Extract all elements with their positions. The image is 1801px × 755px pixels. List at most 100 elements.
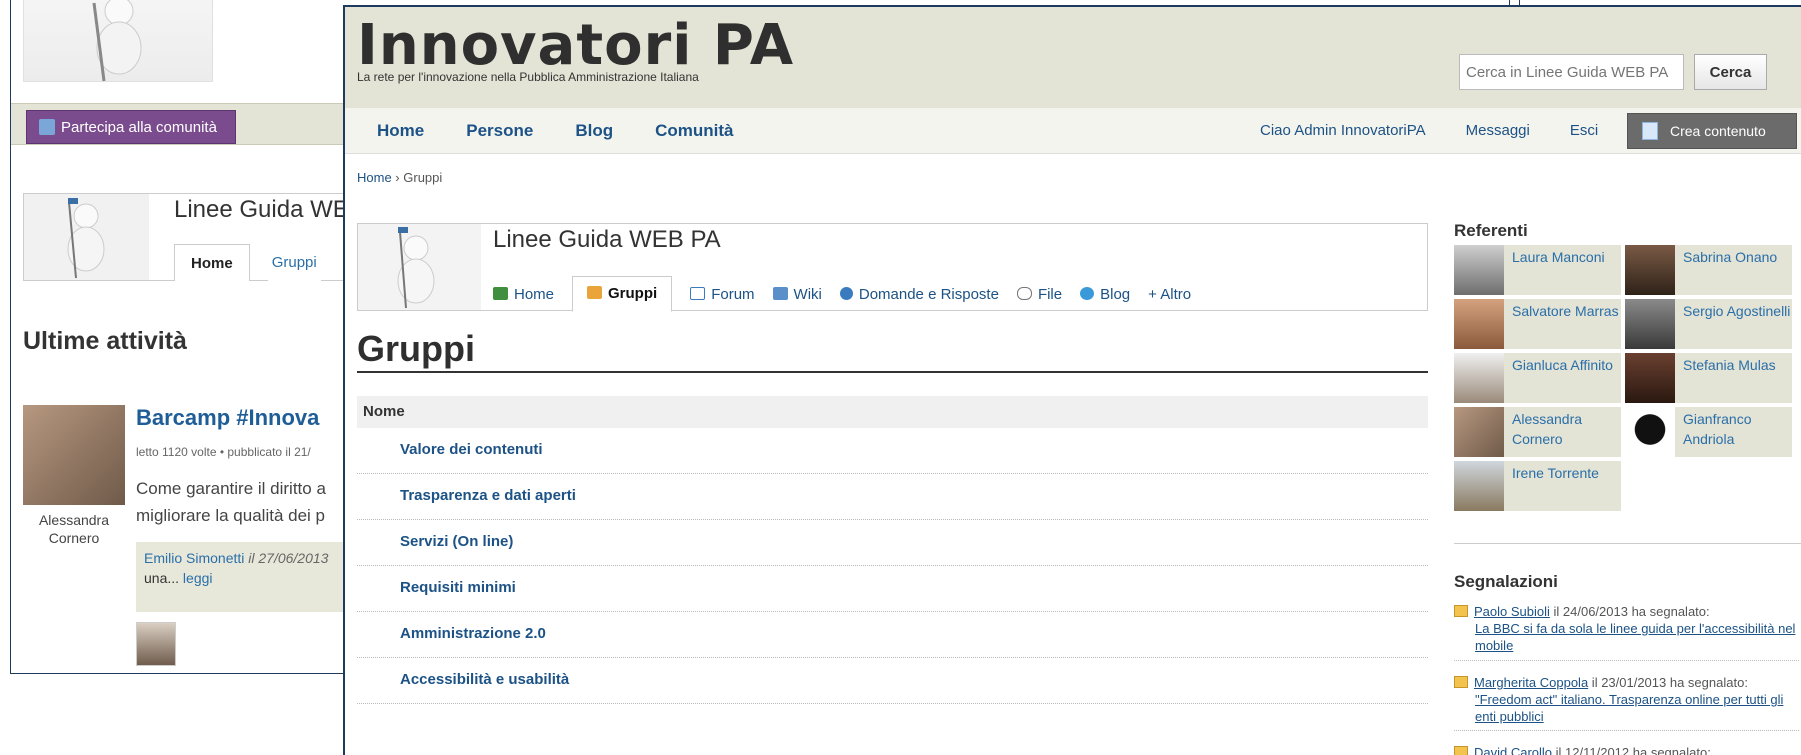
comment-author-link[interactable]: Emilio Simonetti — [144, 550, 244, 566]
new-document-icon — [1642, 122, 1658, 140]
activity-text: Come garantire il diritto a migliorare l… — [136, 479, 326, 525]
title-divider — [357, 371, 1428, 373]
report-meta: il 24/06/2013 ha segnalato: — [1549, 604, 1710, 619]
question-icon — [839, 287, 853, 300]
tab-home[interactable]: Home — [493, 278, 554, 312]
referent-name[interactable]: Irene Torrente — [1504, 461, 1599, 511]
nav-persone[interactable]: Persone — [466, 108, 533, 154]
home-icon — [493, 287, 508, 300]
latest-activity-heading: Ultime attività — [23, 327, 187, 355]
referent-name[interactable]: Laura Manconi — [1504, 245, 1605, 295]
group-link[interactable]: Requisiti minimi — [400, 579, 516, 596]
referent-name[interactable]: Gianfranco Andriola — [1675, 407, 1792, 457]
referent-avatar — [1454, 407, 1504, 457]
table-row: Valore dei contenuti — [357, 428, 1428, 474]
activity-title-link[interactable]: Barcamp #Innova — [136, 405, 319, 431]
referent-card[interactable]: Salvatore Marras — [1454, 299, 1621, 349]
activity-author-avatar[interactable] — [23, 405, 125, 505]
main-window: Innovatori PA La rete per l'innovazione … — [343, 5, 1801, 755]
bg-group-image — [24, 194, 149, 280]
tab-blog[interactable]: Blog — [1080, 278, 1130, 312]
create-content-button[interactable]: Crea contenuto — [1627, 113, 1797, 149]
table-row: Amministrazione 2.0 — [357, 612, 1428, 658]
referent-card[interactable]: Laura Manconi — [1454, 245, 1621, 295]
report-meta: il 23/01/2013 ha segnalato: — [1588, 675, 1748, 690]
breadcrumb-home[interactable]: Home — [357, 170, 392, 185]
groups-icon — [587, 286, 603, 299]
referent-avatar — [1454, 245, 1504, 295]
group-link[interactable]: Amministrazione 2.0 — [400, 625, 546, 642]
site-title-logo[interactable]: Innovatori PA — [357, 13, 794, 78]
referent-avatar — [1454, 353, 1504, 403]
referent-card[interactable]: Alessandra Cornero — [1454, 407, 1621, 457]
activity-meta: letto 1120 volte • pubblicato il 21/ — [136, 445, 311, 459]
nav-greeting[interactable]: Ciao Admin InnovatoriPA — [1260, 108, 1426, 154]
table-row: Accessibilità e usabilità — [357, 658, 1428, 704]
referent-card[interactable]: Gianluca Affinito — [1454, 353, 1621, 403]
referent-card[interactable]: Irene Torrente — [1454, 461, 1621, 511]
referent-card[interactable]: Sabrina Onano — [1625, 245, 1792, 295]
report-link[interactable]: La BBC si fa da sola le linee guida per … — [1454, 620, 1799, 654]
table-header-name[interactable]: Nome — [357, 396, 1428, 428]
referent-name[interactable]: Gianluca Affinito — [1504, 353, 1613, 403]
report-divider — [1454, 730, 1799, 731]
nav-blog[interactable]: Blog — [575, 108, 613, 154]
group-tabs: Home Gruppi Forum Wiki Domande e Rispost… — [493, 276, 1191, 312]
table-row: Servizi (On line) — [357, 520, 1428, 566]
group-link[interactable]: Servizi (On line) — [400, 533, 513, 550]
participate-button[interactable]: Partecipa alla comunità — [26, 110, 236, 144]
bg-tab-home[interactable]: Home — [174, 244, 250, 281]
breadcrumb-separator: › — [391, 170, 404, 185]
bg-tab-gruppi[interactable]: Gruppi — [267, 244, 321, 281]
page-title: Gruppi — [357, 328, 475, 369]
referent-name[interactable]: Salvatore Marras — [1504, 299, 1619, 349]
tab-gruppi[interactable]: Gruppi — [572, 276, 673, 312]
commenter-avatar[interactable] — [136, 622, 176, 666]
nav-home[interactable]: Home — [377, 108, 424, 154]
tab-domande[interactable]: Domande e Risposte — [839, 278, 999, 312]
referenti-heading: Referenti — [1454, 221, 1528, 240]
report-link[interactable]: "Freedom act" italiano. Trasparenza onli… — [1454, 691, 1799, 725]
group-link[interactable]: Accessibilità e usabilità — [400, 671, 569, 688]
tab-forum[interactable]: Forum — [690, 278, 755, 312]
sidebar-divider — [1454, 543, 1801, 544]
report-user-link[interactable]: David Carollo — [1474, 745, 1552, 755]
referent-card[interactable]: Gianfranco Andriola — [1625, 407, 1792, 457]
comment-text: una... — [144, 570, 180, 586]
main-nav: Home Persone Blog Comunità Ciao Admin In… — [345, 108, 1801, 154]
referent-avatar — [1625, 353, 1675, 403]
paperclip-icon — [1016, 287, 1032, 300]
search-input[interactable] — [1459, 54, 1684, 90]
referent-name[interactable]: Sergio Agostinelli — [1675, 299, 1790, 349]
activity-author-name[interactable]: Alessandra Cornero — [23, 511, 125, 547]
forum-icon — [690, 287, 706, 300]
referent-card[interactable]: Stefania Mulas — [1625, 353, 1792, 403]
comment-read-link[interactable]: leggi — [183, 570, 213, 586]
referent-name[interactable]: Sabrina Onano — [1675, 245, 1777, 295]
referent-card[interactable]: Sergio Agostinelli — [1625, 299, 1792, 349]
referent-avatar — [1625, 245, 1675, 295]
tab-altro[interactable]: + Altro — [1148, 278, 1191, 312]
tab-file[interactable]: File — [1016, 278, 1062, 312]
nav-comunita[interactable]: Comunità — [655, 108, 733, 154]
report-user-link[interactable]: Margherita Coppola — [1474, 675, 1588, 690]
group-link[interactable]: Trasparenza e dati aperti — [400, 487, 576, 504]
group-link[interactable]: Valore dei contenuti — [400, 441, 543, 458]
tab-wiki[interactable]: Wiki — [772, 278, 822, 312]
search-button[interactable]: Cerca — [1694, 54, 1767, 90]
group-title: Linee Guida WEB PA — [493, 226, 721, 253]
breadcrumb-current: Gruppi — [403, 170, 443, 185]
site-header: Innovatori PA La rete per l'innovazione … — [345, 7, 1801, 108]
report-item: Margherita Coppola il 23/01/2013 ha segn… — [1454, 674, 1799, 725]
participate-icon — [39, 119, 55, 135]
nav-messages[interactable]: Messaggi — [1466, 108, 1530, 154]
site-subtitle: La rete per l'innovazione nella Pubblica… — [357, 70, 699, 84]
nav-logout[interactable]: Esci — [1570, 108, 1598, 154]
referent-name[interactable]: Alessandra Cornero — [1504, 407, 1621, 457]
hero-figure-image — [23, 0, 213, 82]
referent-avatar — [1454, 461, 1504, 511]
feed-icon — [1454, 676, 1468, 688]
report-user-link[interactable]: Paolo Subioli — [1474, 604, 1550, 619]
referent-avatar — [1454, 299, 1504, 349]
referent-name[interactable]: Stefania Mulas — [1675, 353, 1776, 403]
